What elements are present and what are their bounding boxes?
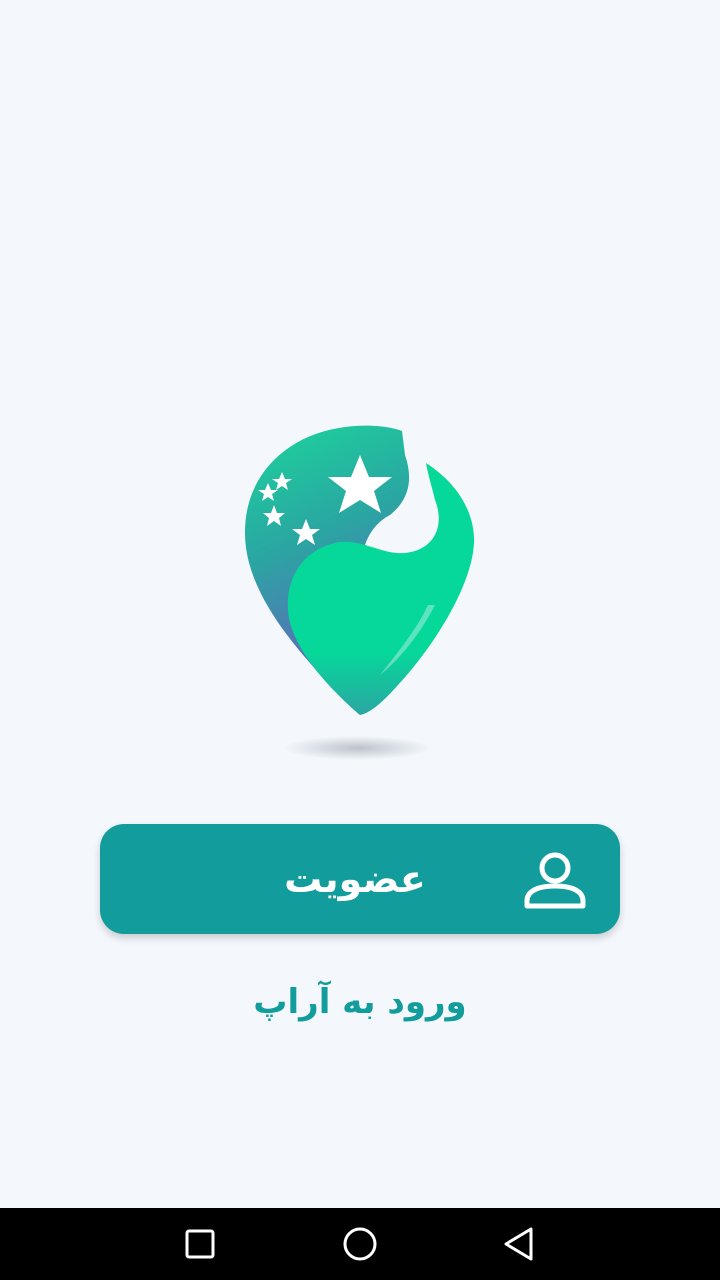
home-circle-icon[interactable]	[340, 1224, 380, 1264]
recents-square-icon[interactable]	[180, 1224, 220, 1264]
login-link[interactable]: ورود به آراپ	[0, 982, 720, 1022]
back-triangle-icon[interactable]	[500, 1224, 540, 1264]
signup-button-label: عضویت	[284, 857, 426, 901]
map-pin-star-logo-icon	[244, 425, 475, 715]
welcome-screen: عضویت ورود به آراپ	[0, 0, 720, 1280]
app-logo	[230, 415, 490, 725]
system-navigation-bar	[0, 1208, 720, 1280]
logo-shadow	[285, 736, 430, 760]
user-icon	[524, 852, 586, 909]
